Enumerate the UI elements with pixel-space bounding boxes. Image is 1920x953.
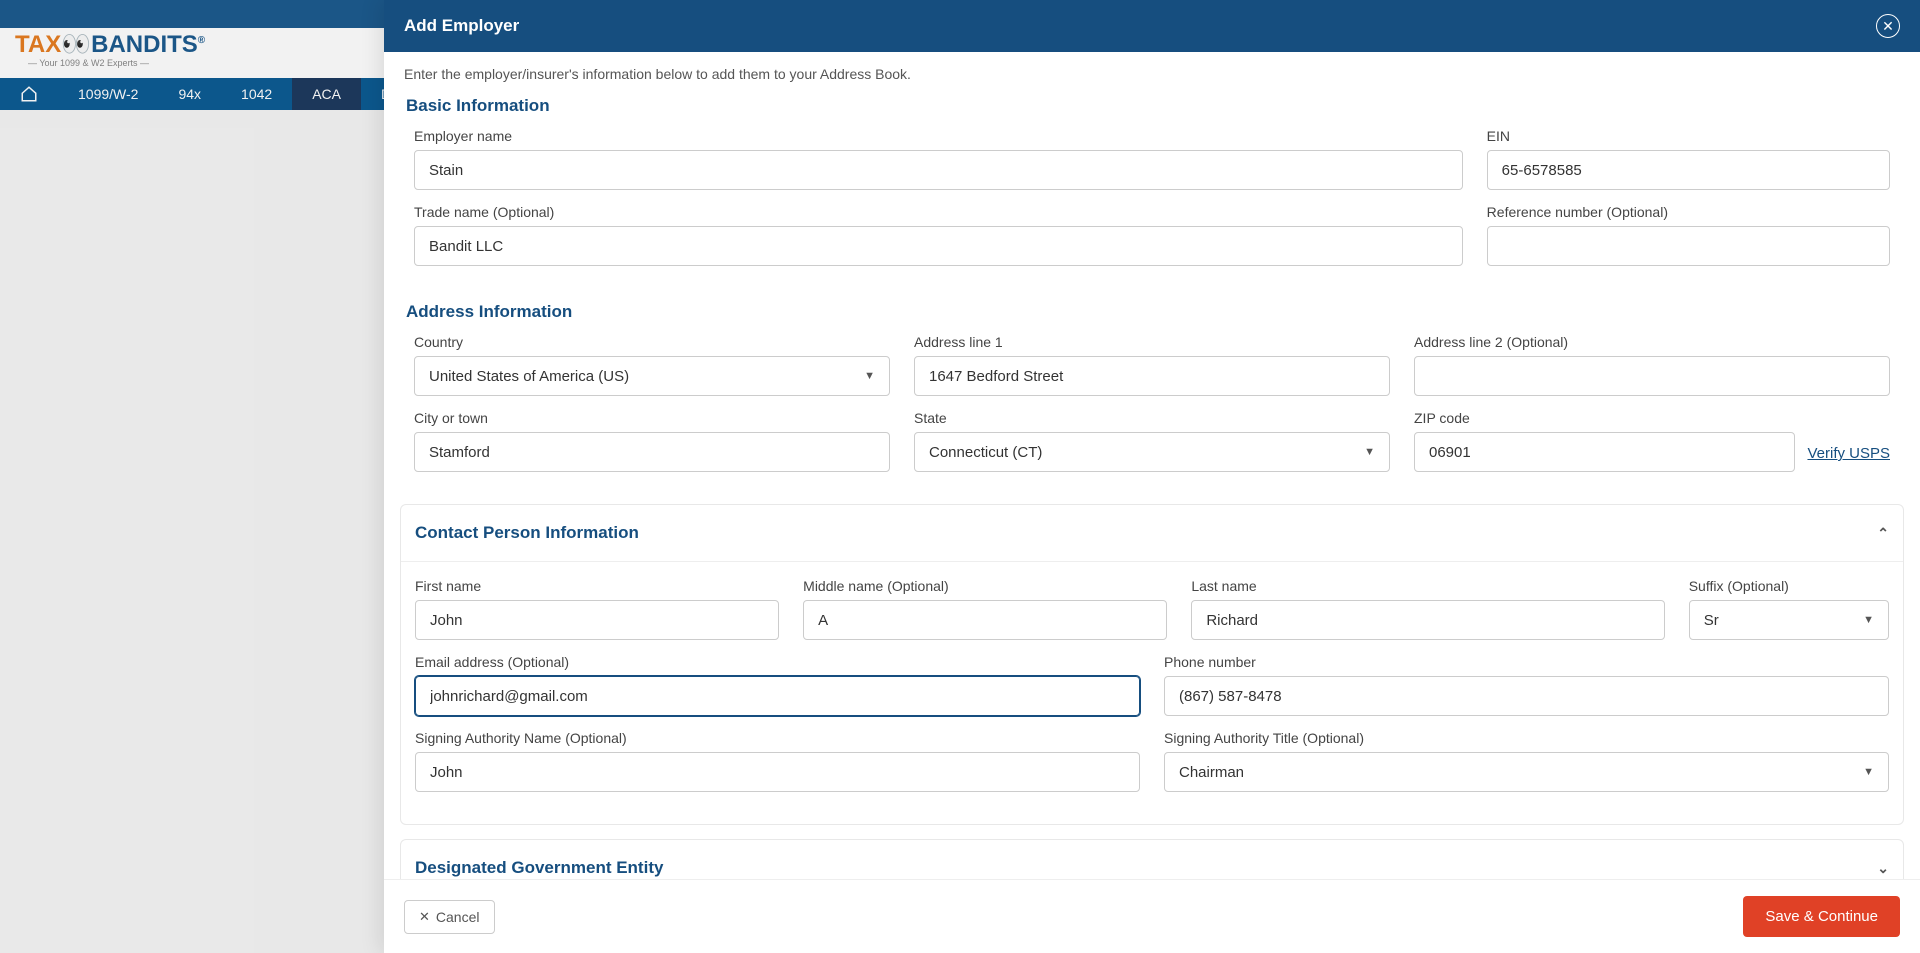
cancel-label: Cancel bbox=[436, 909, 480, 925]
last-name-label: Last name bbox=[1191, 578, 1664, 594]
close-icon: ✕ bbox=[419, 909, 430, 925]
modal-footer: ✕ Cancel Save & Continue bbox=[384, 879, 1920, 953]
address1-label: Address line 1 bbox=[914, 334, 1390, 350]
section-govt-title: Designated Government Entity bbox=[415, 858, 663, 878]
close-icon: ✕ bbox=[1882, 18, 1894, 35]
address2-label: Address line 2 (Optional) bbox=[1414, 334, 1890, 350]
section-govt-header[interactable]: Designated Government Entity ⌄ bbox=[401, 840, 1903, 879]
modal-header: Add Employer ✕ bbox=[384, 0, 1920, 52]
phone-input[interactable] bbox=[1164, 676, 1889, 716]
section-address-title: Address Information bbox=[400, 298, 1904, 330]
contact-form: First name Middle name (Optional) Last n… bbox=[401, 561, 1903, 824]
state-value: Connecticut (CT) bbox=[929, 444, 1042, 461]
email-input[interactable] bbox=[415, 676, 1140, 716]
suffix-value: Sr bbox=[1704, 612, 1719, 629]
first-name-label: First name bbox=[415, 578, 779, 594]
country-label: Country bbox=[414, 334, 890, 350]
add-employer-modal: Add Employer ✕ Enter the employer/insure… bbox=[384, 0, 1920, 953]
chevron-down-icon: ▼ bbox=[1863, 766, 1874, 778]
suffix-select[interactable]: Sr ▼ bbox=[1689, 600, 1889, 640]
trade-name-label: Trade name (Optional) bbox=[414, 204, 1463, 220]
sign-title-value: Chairman bbox=[1179, 764, 1244, 781]
cancel-button[interactable]: ✕ Cancel bbox=[404, 900, 495, 934]
sign-name-label: Signing Authority Name (Optional) bbox=[415, 730, 1140, 746]
sign-name-input[interactable] bbox=[415, 752, 1140, 792]
zip-label: ZIP code bbox=[1414, 410, 1795, 426]
state-select[interactable]: Connecticut (CT) ▼ bbox=[914, 432, 1390, 472]
address2-input[interactable] bbox=[1414, 356, 1890, 396]
section-contact-title: Contact Person Information bbox=[415, 523, 639, 543]
chevron-down-icon: ▼ bbox=[1863, 614, 1874, 626]
chevron-up-icon: ⌃ bbox=[1877, 525, 1889, 542]
first-name-input[interactable] bbox=[415, 600, 779, 640]
middle-name-input[interactable] bbox=[803, 600, 1167, 640]
chevron-down-icon: ▼ bbox=[864, 370, 875, 382]
ein-label: EIN bbox=[1487, 128, 1890, 144]
modal-title: Add Employer bbox=[404, 16, 519, 36]
reference-number-input[interactable] bbox=[1487, 226, 1890, 266]
govt-section: Designated Government Entity ⌄ bbox=[400, 839, 1904, 879]
address-form: Country United States of America (US) ▼ … bbox=[400, 330, 1904, 504]
email-label: Email address (Optional) bbox=[415, 654, 1140, 670]
contact-section: Contact Person Information ⌃ First name … bbox=[400, 504, 1904, 825]
sign-title-label: Signing Authority Title (Optional) bbox=[1164, 730, 1889, 746]
phone-label: Phone number bbox=[1164, 654, 1889, 670]
address1-input[interactable] bbox=[914, 356, 1390, 396]
verify-usps-link[interactable]: Verify USPS bbox=[1807, 445, 1890, 472]
zip-input[interactable] bbox=[1414, 432, 1795, 472]
city-label: City or town bbox=[414, 410, 890, 426]
trade-name-input[interactable] bbox=[414, 226, 1463, 266]
ein-input[interactable] bbox=[1487, 150, 1890, 190]
chevron-down-icon: ▼ bbox=[1364, 446, 1375, 458]
basic-info-form: Employer name EIN Trade name (Optional) … bbox=[400, 124, 1904, 298]
employer-name-label: Employer name bbox=[414, 128, 1463, 144]
state-label: State bbox=[914, 410, 1390, 426]
section-basic-title: Basic Information bbox=[400, 92, 1904, 124]
country-value: United States of America (US) bbox=[429, 368, 629, 385]
save-continue-button[interactable]: Save & Continue bbox=[1743, 896, 1900, 937]
country-select[interactable]: United States of America (US) ▼ bbox=[414, 356, 890, 396]
modal-body: Basic Information Employer name EIN Trad… bbox=[384, 92, 1920, 879]
section-contact-header[interactable]: Contact Person Information ⌃ bbox=[401, 505, 1903, 561]
modal-subtitle: Enter the employer/insurer's information… bbox=[384, 52, 1920, 92]
suffix-label: Suffix (Optional) bbox=[1689, 578, 1889, 594]
reference-number-label: Reference number (Optional) bbox=[1487, 204, 1890, 220]
city-input[interactable] bbox=[414, 432, 890, 472]
close-button[interactable]: ✕ bbox=[1876, 14, 1900, 38]
middle-name-label: Middle name (Optional) bbox=[803, 578, 1167, 594]
employer-name-input[interactable] bbox=[414, 150, 1463, 190]
last-name-input[interactable] bbox=[1191, 600, 1664, 640]
sign-title-select[interactable]: Chairman ▼ bbox=[1164, 752, 1889, 792]
chevron-down-icon: ⌄ bbox=[1877, 860, 1889, 877]
